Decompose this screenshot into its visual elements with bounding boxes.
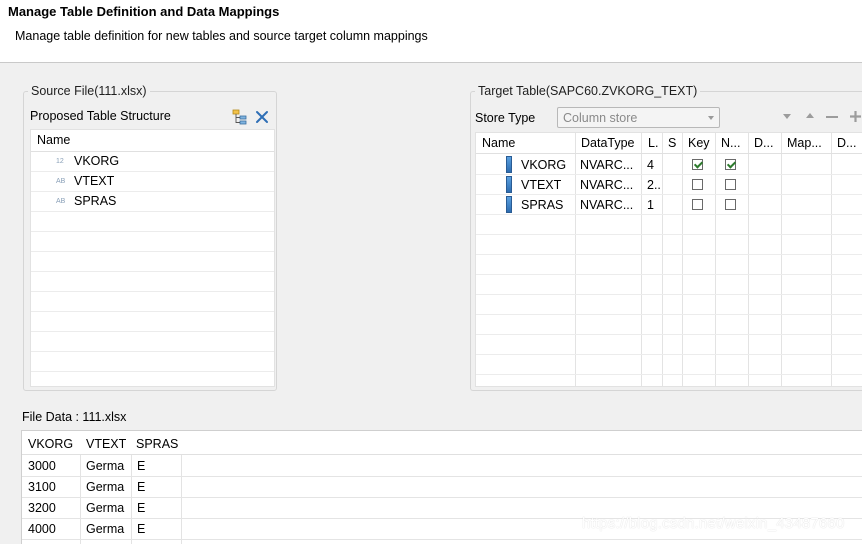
text-type-icon: AB (56, 178, 66, 185)
add-icon[interactable] (849, 110, 862, 123)
not-null-checkbox[interactable] (725, 199, 736, 210)
target-header-length[interactable]: L. (648, 136, 658, 150)
cell-vtext: Germa (86, 459, 125, 473)
file-header-spras[interactable]: SPRAS (136, 437, 178, 451)
target-column-name: VKORG (521, 158, 567, 172)
target-header-scale[interactable]: S (668, 136, 676, 150)
target-column-datatype: NVARC... (580, 178, 634, 192)
target-column-length: 1 (647, 198, 654, 212)
key-checkbox[interactable] (692, 179, 703, 190)
dialog-title: Manage Table Definition and Data Mapping… (8, 4, 280, 19)
store-type-label: Store Type (475, 111, 536, 125)
target-header-key[interactable]: Key (688, 136, 710, 150)
table-row[interactable]: SPRAS NVARC... 1 (476, 195, 862, 214)
table-row[interactable]: 3100 Germa E (22, 476, 862, 497)
target-column-name: SPRAS (521, 198, 564, 212)
column-icon (506, 156, 512, 173)
source-column-name: VTEXT (74, 174, 115, 188)
target-header-name[interactable]: Name (482, 136, 515, 150)
source-structure-table: Name 12 VKORG AB VTEXT AB SPRAS (30, 129, 275, 387)
table-row[interactable]: VTEXT NVARC... 2.. (476, 175, 862, 194)
store-type-value: Column store (563, 111, 638, 125)
key-checkbox[interactable] (692, 199, 703, 210)
table-row[interactable]: VKORG NVARC... 4 (476, 155, 862, 174)
cell-vtext: Germa (86, 480, 125, 494)
column-icon (506, 196, 512, 213)
watermark-text: https://blog.csdn.net/weixin_43487660 (582, 515, 845, 532)
target-header-datatype[interactable]: DataType (581, 136, 635, 150)
cell-vtext: Germa (86, 522, 125, 536)
source-column-name: SPRAS (74, 194, 117, 208)
not-null-checkbox[interactable] (725, 179, 736, 190)
chevron-down-icon (708, 116, 714, 120)
cell-vtext: Germa (86, 501, 125, 515)
dialog-subtitle: Manage table definition for new tables a… (15, 29, 428, 43)
table-row[interactable]: 12 VKORG (31, 152, 274, 171)
cell-vkorg: 3200 (28, 501, 56, 515)
source-column-name: VKORG (74, 154, 120, 168)
cell-vkorg: 3000 (28, 459, 56, 473)
target-columns-table: Name DataType L. S Key N... D... Map... … (475, 132, 862, 387)
file-header-vkorg[interactable]: VKORG (28, 437, 73, 451)
source-file-group-title: Source File(111.xlsx) (28, 84, 150, 98)
target-table-header: Name DataType L. S Key N... D... Map... … (476, 133, 862, 154)
move-down-icon[interactable] (783, 114, 791, 119)
table-row[interactable]: AB SPRAS (31, 192, 274, 211)
target-table-group-title: Target Table(SAPC60.ZVKORG_TEXT) (475, 84, 701, 98)
file-data-header: VKORG VTEXT SPRAS (22, 431, 862, 455)
key-checkbox[interactable] (692, 159, 703, 170)
remove-icon[interactable] (826, 116, 838, 118)
text-type-icon: AB (56, 198, 66, 205)
cell-spras: E (137, 501, 146, 515)
numeric-type-icon: 12 (56, 158, 64, 165)
table-row[interactable]: 3000 Germa E (22, 455, 862, 476)
file-data-label: File Data : 111.xlsx (22, 410, 127, 424)
target-header-default[interactable]: D... (754, 136, 773, 150)
store-type-select[interactable]: Column store (557, 107, 720, 128)
target-column-length: 4 (647, 158, 654, 172)
target-header-not-null[interactable]: N... (721, 136, 740, 150)
cell-vkorg: 3100 (28, 480, 56, 494)
cell-spras: E (137, 522, 146, 536)
table-row[interactable]: AB VTEXT (31, 172, 274, 191)
not-null-checkbox[interactable] (725, 159, 736, 170)
target-header-description[interactable]: D... (837, 136, 856, 150)
add-hierarchy-icon[interactable] (232, 109, 248, 125)
proposed-table-structure-label: Proposed Table Structure (30, 109, 171, 123)
source-name-column-header[interactable]: Name (37, 133, 70, 147)
source-table-header: Name (31, 130, 274, 152)
dialog-header: Manage Table Definition and Data Mapping… (0, 0, 862, 63)
cell-spras: E (137, 459, 146, 473)
delete-icon[interactable] (255, 110, 269, 124)
target-column-length: 2.. (647, 178, 661, 192)
target-column-datatype: NVARC... (580, 198, 634, 212)
target-column-name: VTEXT (521, 178, 562, 192)
target-column-datatype: NVARC... (580, 158, 634, 172)
column-icon (506, 176, 512, 193)
move-up-icon[interactable] (806, 113, 814, 118)
target-header-mapping[interactable]: Map... (787, 136, 822, 150)
cell-spras: E (137, 480, 146, 494)
cell-vkorg: 4000 (28, 522, 56, 536)
file-header-vtext[interactable]: VTEXT (86, 437, 126, 451)
